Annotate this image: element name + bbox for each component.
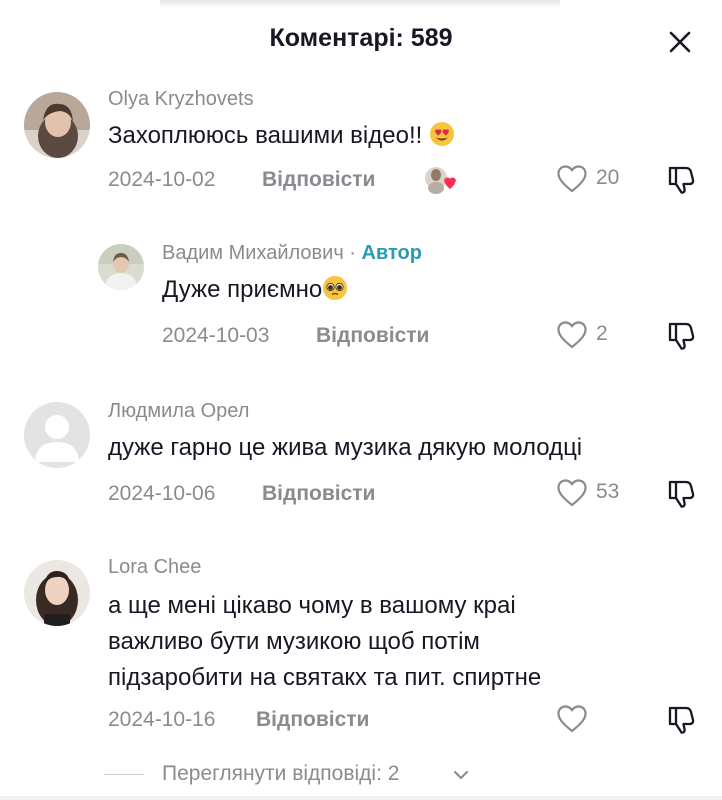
comment-text-line: важливо бути музикою щоб потім <box>108 628 480 655</box>
comment-item: Людмила Орел дуже гарно це жива музика д… <box>0 396 722 516</box>
comment-username: Вадим Михайлович · Автор <box>162 242 422 265</box>
chevron-down-icon <box>454 771 468 779</box>
author-badge: Автор <box>361 242 422 264</box>
reply-button[interactable]: Відповісти <box>262 168 375 192</box>
close-icon <box>669 31 691 53</box>
comment-reply-item: Вадим Михайлович · Автор Дуже приємно 20… <box>0 238 722 358</box>
bottom-divider <box>0 796 722 800</box>
comment-item: Olya Kryzhovets Захоплююсь вашими відео!… <box>0 84 722 204</box>
avatar[interactable] <box>98 244 144 290</box>
heart-outline-icon <box>557 479 587 507</box>
comments-header: Коментарі: 589 <box>0 0 722 84</box>
view-replies-label: Переглянути відповіді: 2 <box>162 762 400 785</box>
comment-username[interactable]: Olya Kryzhovets <box>108 88 254 111</box>
like-button[interactable]: 53 <box>556 478 636 510</box>
like-button[interactable] <box>556 704 596 736</box>
heart-outline-icon <box>557 321 587 349</box>
comment-text: Захоплююсь вашими відео!! <box>108 118 455 154</box>
heart-eyes-emoji <box>429 122 454 146</box>
liked-by-creator-badge <box>422 164 464 196</box>
like-count: 53 <box>596 480 620 503</box>
dislike-button[interactable] <box>666 320 698 352</box>
comment-text-content: Захоплююсь вашими відео!! <box>108 122 423 149</box>
comment-text: а ще мені цікаво чому в вашому краі важл… <box>108 588 668 696</box>
comment-username[interactable]: Людмила Орел <box>108 400 249 423</box>
reply-button[interactable]: Відповісти <box>262 482 375 506</box>
like-button[interactable]: 20 <box>556 164 636 196</box>
comments-title: Коментарі: 589 <box>269 24 453 52</box>
comment-text: Дуже приємно <box>162 272 348 308</box>
thumbs-down-icon <box>668 166 695 194</box>
like-button[interactable]: 2 <box>556 320 636 352</box>
thumbs-down-icon <box>668 480 695 508</box>
comment-date: 2024-10-06 <box>108 482 216 505</box>
comment-date: 2024-10-02 <box>108 168 216 191</box>
avatar[interactable] <box>24 560 90 626</box>
default-avatar-icon[interactable] <box>24 402 90 468</box>
dislike-button[interactable] <box>666 478 698 510</box>
reply-button[interactable]: Відповісти <box>316 324 429 348</box>
thumbs-down-icon <box>668 322 695 350</box>
close-button[interactable] <box>664 26 696 58</box>
comment-date: 2024-10-16 <box>108 708 216 731</box>
reply-button[interactable]: Відповісти <box>256 708 369 732</box>
pleading-face-emoji <box>323 276 348 300</box>
heart-outline-icon <box>557 705 587 733</box>
comment-text-line: підзаробити на святакх та пит. спиртне <box>108 664 542 691</box>
comment-text-line: а ще мені цікаво чому в вашому краі <box>108 592 516 619</box>
comment-text-content: дуже гарно це жива музика дякую молодці <box>108 434 583 461</box>
comment-item: Lora Chee а ще мені цікаво чому в вашому… <box>0 552 722 752</box>
author-name[interactable]: Вадим Михайлович <box>162 242 344 264</box>
thumbs-down-icon <box>668 706 695 734</box>
view-replies-button[interactable]: Переглянути відповіді: 2 <box>104 760 524 790</box>
divider-line <box>104 774 144 775</box>
comment-text-content: Дуже приємно <box>162 276 323 303</box>
author-separator: · <box>343 242 362 264</box>
comment-username[interactable]: Lora Chee <box>108 556 201 579</box>
comment-text: дуже гарно це жива музика дякую молодці <box>108 430 582 466</box>
dislike-button[interactable] <box>666 164 698 196</box>
comment-date: 2024-10-03 <box>162 324 270 347</box>
like-count: 20 <box>596 166 620 189</box>
avatar[interactable] <box>24 92 90 158</box>
like-count: 2 <box>596 322 608 345</box>
heart-outline-icon <box>557 165 587 193</box>
dislike-button[interactable] <box>666 704 698 736</box>
